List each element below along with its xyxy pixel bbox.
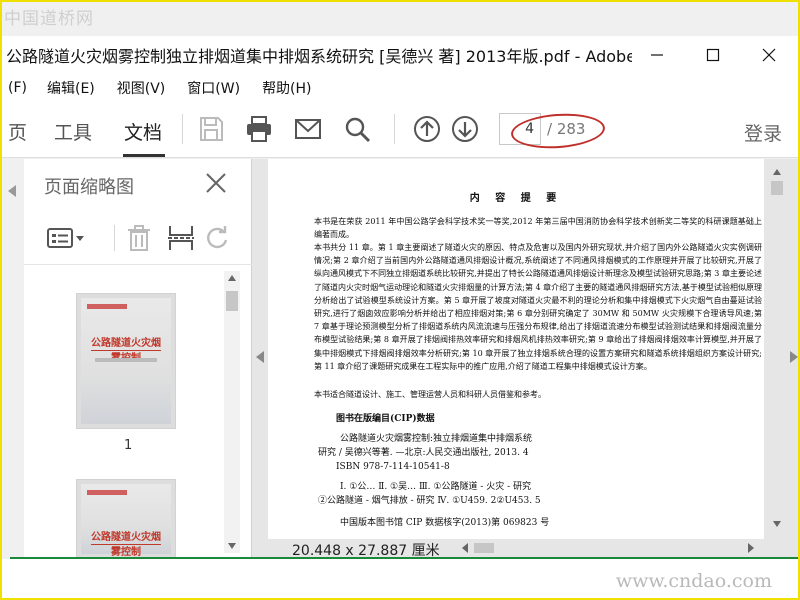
page-heading: 内 容 提 要	[469, 193, 563, 204]
paragraph: 本书是在荣获 2011 年中国公路学会科学技术奖一等奖,2012 年第三届中国消…	[314, 217, 762, 240]
toolbar-divider	[394, 114, 395, 144]
rotate-page-icon[interactable]	[202, 223, 232, 253]
cover-rule	[91, 350, 161, 354]
menu-help[interactable]: 帮助(H)	[262, 78, 311, 98]
thumbnails-toolbar-divider	[114, 225, 115, 251]
cover-subtitle	[95, 358, 157, 362]
scroll-right-icon[interactable]	[748, 543, 754, 553]
title-bar: 公路隧道火灾烟雾控制独立排烟道集中排烟系统研究 [吴德兴 著] 2013年版.p…	[2, 36, 798, 74]
cover-rule	[91, 544, 161, 548]
tab-home[interactable]: 页	[8, 118, 27, 145]
page-down-icon[interactable]	[450, 114, 480, 144]
horizontal-scrollbar-thumb[interactable]	[474, 543, 494, 553]
thumbnails-title: 页面缩略图	[44, 177, 134, 198]
print-icon[interactable]	[244, 114, 274, 144]
mail-icon[interactable]	[293, 114, 323, 144]
left-panel-toggle-icon[interactable]	[256, 351, 264, 363]
scroll-left-icon[interactable]	[462, 543, 468, 553]
navigation-pane-toggle[interactable]	[2, 159, 20, 559]
toolbar-divider	[182, 114, 183, 144]
pdf-page: 内 容 提 要 本书是在荣获 2011 年中国公路学会科学技术奖一等奖,2012…	[268, 159, 764, 539]
login-button[interactable]: 登录	[744, 119, 782, 146]
maximize-button[interactable]	[702, 44, 724, 66]
page-thumbnail-1[interactable]: 公路隧道火灾烟雾控制	[76, 293, 176, 429]
paragraph: 本书共分 11 章。第 1 章主要阐述了隧道火灾的原因、特点及危害以及国内外研究…	[314, 243, 762, 371]
document-scrollbar[interactable]	[766, 159, 788, 539]
window-title: 公路隧道火灾烟雾控制独立排烟道集中排烟系统研究 [吴德兴 著] 2013年版.p…	[6, 47, 632, 66]
page-thumbnails-panel: 页面缩略图 公路隧道火灾烟 1 公路隧道火灾烟雾控制	[24, 159, 252, 559]
status-bar: 20.448 x 27.887 厘米	[268, 539, 788, 559]
active-tab-indicator	[123, 154, 165, 157]
minimize-icon	[651, 54, 663, 56]
scroll-up-icon[interactable]	[773, 169, 781, 175]
collapse-arrow-icon	[8, 185, 16, 197]
thumbnail-page-number: 1	[124, 438, 133, 453]
menu-file[interactable]: (F)	[8, 80, 27, 96]
menu-bar: (F) 编辑(E) 视图(V) 窗口(W) 帮助(H)	[2, 74, 798, 102]
watermark-top: 中国道桥网	[4, 9, 94, 29]
maximize-icon	[706, 48, 720, 62]
toolbar: 页 工具 文档 4 / 283 登录	[2, 102, 798, 158]
thumbnail-options-icon[interactable]	[46, 223, 88, 253]
scroll-up-icon[interactable]	[228, 275, 236, 281]
menu-window[interactable]: 窗口(W)	[187, 78, 240, 98]
page-thumbnail-2[interactable]: 公路隧道火灾烟雾控制	[76, 479, 176, 559]
cip-line: 研究 / 吴德兴等著. —北京:人民交通出版社, 2013. 4	[318, 448, 529, 458]
scrollbar-thumb[interactable]	[226, 291, 238, 311]
search-icon[interactable]	[342, 114, 372, 144]
minimize-button[interactable]	[646, 44, 668, 66]
scroll-down-icon[interactable]	[773, 521, 781, 527]
cip-line: 公路隧道火灾烟雾控制:独立排烟道集中排烟系统	[340, 434, 533, 444]
watermark-bottom: www.cndao.com	[615, 570, 772, 592]
scroll-down-icon[interactable]	[228, 543, 236, 549]
tab-document[interactable]: 文档	[124, 118, 162, 145]
close-window-button[interactable]	[758, 44, 780, 66]
menu-view[interactable]: 视图(V)	[117, 78, 166, 98]
cip-title: 图书在版编目(CIP)数据	[336, 414, 435, 424]
cip-line: 中国版本图书馆 CIP 数据核字(2013)第 069823 号	[340, 518, 550, 528]
scrollbar-thumb[interactable]	[771, 181, 783, 195]
page-up-icon[interactable]	[412, 114, 442, 144]
cip-line: ISBN 978-7-114-10541-8	[336, 462, 450, 472]
screenshot-frame: 中国道桥网 公路隧道火灾烟雾控制独立排烟道集中排烟系统研究 [吴德兴 著] 20…	[0, 0, 800, 600]
close-icon	[762, 48, 776, 62]
extract-page-icon[interactable]	[166, 223, 196, 253]
cip-line: ②公路隧道 - 烟气排放 - 研究 Ⅳ. ①U459. 2②U453. 5	[318, 496, 541, 506]
cover-image: 公路隧道火灾烟雾控制	[81, 298, 171, 424]
save-icon[interactable]	[196, 114, 226, 144]
thumbnails-scrollbar[interactable]	[224, 271, 240, 553]
document-area: 内 容 提 要 本书是在荣获 2011 年中国公路学会科学技术奖一等奖,2012…	[252, 159, 798, 559]
right-panel-toggle-icon[interactable]	[790, 351, 798, 363]
cover-publisher-band	[87, 304, 127, 309]
thumbnails-toolbar	[24, 209, 252, 265]
tab-tools[interactable]: 工具	[54, 118, 92, 145]
delete-page-icon[interactable]	[124, 223, 154, 253]
cover-image: 公路隧道火灾烟雾控制	[81, 484, 171, 558]
cover-title: 公路隧道火灾烟雾控制	[91, 532, 161, 558]
close-panel-icon[interactable]	[204, 171, 228, 195]
cover-publisher-band	[87, 490, 127, 495]
paragraph: 本书适合隧道设计、施工、管理运营人员和科研人员借鉴和参考。	[314, 390, 546, 399]
cip-line: Ⅰ. ①公… Ⅱ. ①吴… Ⅲ. ①公路隧道 - 火灾 - 研究	[340, 482, 531, 492]
menu-edit[interactable]: 编辑(E)	[47, 78, 95, 98]
